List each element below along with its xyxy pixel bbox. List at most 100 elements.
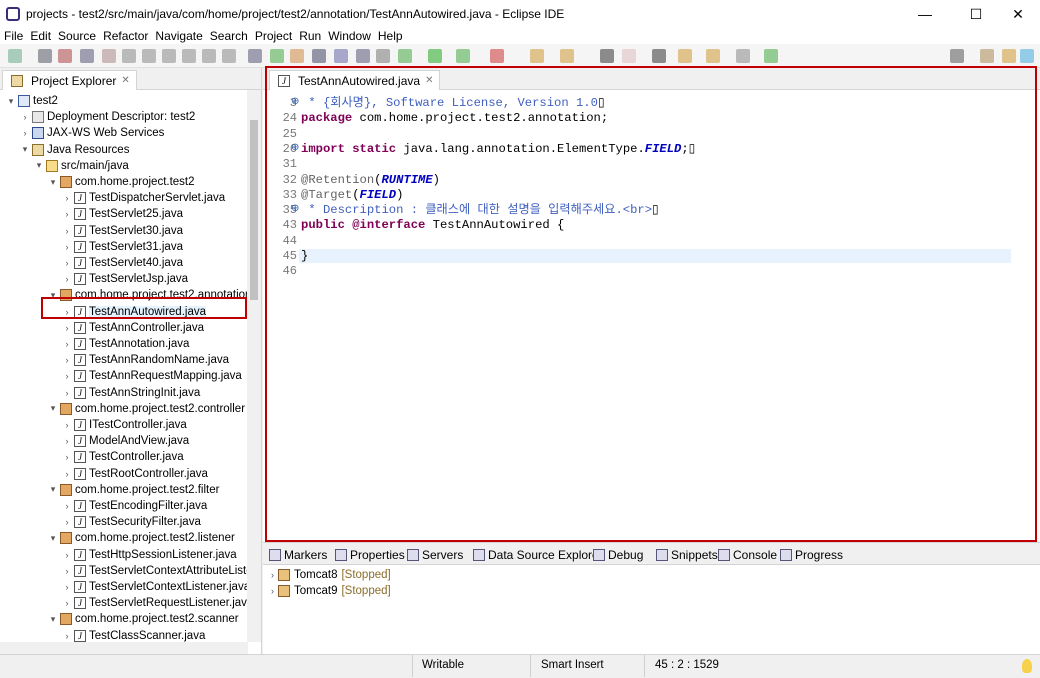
toolbar-button-icon[interactable]	[490, 49, 504, 63]
expanded-chevron-icon[interactable]: ▾	[20, 144, 30, 155]
toolbar-button-icon[interactable]	[162, 49, 176, 63]
toolbar-button-icon[interactable]	[270, 49, 284, 63]
collapsed-chevron-icon[interactable]: ›	[62, 501, 72, 511]
tab-data-source-explorer[interactable]: Data Source Explorer	[473, 546, 603, 564]
server-row[interactable]: › Tomcat8 [Stopped]	[271, 567, 391, 583]
minimize-button[interactable]: —	[902, 0, 948, 28]
menu-project[interactable]: Project	[251, 29, 295, 43]
expanded-chevron-icon[interactable]: ▾	[48, 484, 58, 495]
project-tree-vertical-scrollbar[interactable]	[247, 90, 261, 642]
collapsed-chevron-icon[interactable]: ›	[62, 469, 72, 479]
collapsed-chevron-icon[interactable]: ›	[62, 517, 72, 527]
collapsed-chevron-icon[interactable]: ›	[62, 598, 72, 608]
tree-item[interactable]: ▾ com.home.project.test2.controller	[48, 401, 245, 417]
collapsed-chevron-icon[interactable]: ›	[62, 242, 72, 252]
tree-item[interactable]: ▾ test2	[6, 93, 58, 109]
tree-item[interactable]: › J TestServlet25.java	[62, 206, 183, 222]
tab-console[interactable]: Console	[718, 546, 777, 564]
tree-item[interactable]: › J TestRootController.java	[62, 466, 208, 482]
tab-properties[interactable]: Properties	[335, 546, 405, 564]
toolbar-button-icon[interactable]	[142, 49, 156, 63]
tree-item[interactable]: › J TestAnnController.java	[62, 320, 204, 336]
toolbar-button-icon[interactable]	[182, 49, 196, 63]
tree-item[interactable]: › J TestSecurityFilter.java	[62, 514, 201, 530]
tab-close-icon[interactable]: ✕	[121, 75, 129, 86]
toolbar-button-icon[interactable]	[678, 49, 692, 63]
tab-servers[interactable]: Servers	[407, 546, 463, 564]
collapsed-chevron-icon[interactable]: ›	[271, 586, 274, 596]
menu-window[interactable]: Window	[324, 29, 374, 43]
collapsed-chevron-icon[interactable]: ›	[62, 339, 72, 349]
collapsed-chevron-icon[interactable]: ›	[62, 193, 72, 203]
collapsed-chevron-icon[interactable]: ›	[62, 566, 72, 576]
toolbar-button-icon[interactable]	[80, 49, 94, 63]
collapsed-chevron-icon[interactable]: ›	[62, 274, 72, 284]
toolbar-button-icon[interactable]	[312, 49, 326, 63]
menu-navigate[interactable]: Navigate	[151, 29, 205, 43]
tree-item[interactable]: › Deployment Descriptor: test2	[20, 109, 195, 125]
menu-file[interactable]: File	[0, 29, 26, 43]
toolbar-button-icon[interactable]	[376, 49, 390, 63]
toolbar-button-icon[interactable]	[1020, 49, 1034, 63]
toolbar-button-icon[interactable]	[736, 49, 750, 63]
tree-item[interactable]: ▾ com.home.project.test2.listener	[48, 530, 235, 546]
toolbar-button-icon[interactable]	[652, 49, 666, 63]
tab-progress[interactable]: Progress	[780, 546, 843, 564]
tree-item[interactable]: › J TestAnnotation.java	[62, 336, 189, 352]
collapsed-chevron-icon[interactable]: ›	[62, 631, 72, 641]
menu-source[interactable]: Source	[54, 29, 99, 43]
tree-item[interactable]: ▾ com.home.project.test2.filter	[48, 482, 219, 498]
menu-search[interactable]: Search	[206, 29, 251, 43]
toolbar-button-icon[interactable]	[428, 49, 442, 63]
toolbar-button-icon[interactable]	[456, 49, 470, 63]
tree-item[interactable]: ▾ com.home.project.test2	[48, 174, 195, 190]
menu-edit[interactable]: Edit	[26, 29, 54, 43]
tab-snippets[interactable]: Snippets	[656, 546, 718, 564]
collapsed-chevron-icon[interactable]: ›	[62, 420, 72, 430]
toolbar-button-icon[interactable]	[600, 49, 614, 63]
toolbar-button-icon[interactable]	[950, 49, 964, 63]
project-tree-horizontal-scrollbar[interactable]	[0, 642, 248, 654]
toolbar-button-icon[interactable]	[102, 49, 116, 63]
tip-lightbulb-icon[interactable]	[1022, 659, 1032, 673]
tree-item[interactable]: › J TestDispatcherServlet.java	[62, 190, 225, 206]
menu-refactor[interactable]: Refactor	[99, 29, 151, 43]
expanded-chevron-icon[interactable]: ▾	[48, 533, 58, 544]
toolbar-button-icon[interactable]	[764, 49, 778, 63]
toolbar-button-icon[interactable]	[356, 49, 370, 63]
close-button[interactable]: ✕	[995, 0, 1040, 28]
toolbar-button-icon[interactable]	[222, 49, 236, 63]
collapsed-chevron-icon[interactable]: ›	[62, 452, 72, 462]
maximize-button[interactable]: ☐	[953, 0, 999, 28]
collapsed-chevron-icon[interactable]: ›	[20, 128, 30, 138]
tree-item[interactable]: ▾ Java Resources	[20, 142, 129, 158]
collapsed-chevron-icon[interactable]: ›	[62, 550, 72, 560]
collapsed-chevron-icon[interactable]: ›	[20, 112, 30, 122]
tree-item[interactable]: › J ModelAndView.java	[62, 433, 189, 449]
tree-item[interactable]: › J TestServlet31.java	[62, 239, 183, 255]
tree-item[interactable]: › J TestAnnRandomName.java	[62, 352, 229, 368]
tree-item[interactable]: › J TestServletJsp.java	[62, 271, 188, 287]
tree-item[interactable]: ▾ com.home.project.test2.scanner	[48, 611, 239, 627]
collapsed-chevron-icon[interactable]: ›	[62, 388, 72, 398]
expanded-chevron-icon[interactable]: ▾	[48, 614, 58, 625]
toolbar-button-icon[interactable]	[202, 49, 216, 63]
menu-run[interactable]: Run	[295, 29, 324, 43]
toolbar-button-icon[interactable]	[248, 49, 262, 63]
toolbar-button-icon[interactable]	[980, 49, 994, 63]
tree-item[interactable]: › J TestAnnRequestMapping.java	[62, 368, 242, 384]
tree-item[interactable]: ▾ src/main/java	[34, 158, 129, 174]
toolbar-button-icon[interactable]	[8, 49, 22, 63]
toolbar-button-icon[interactable]	[58, 49, 72, 63]
tree-item[interactable]: › JAX-WS Web Services	[20, 125, 164, 141]
toolbar-button-icon[interactable]	[398, 49, 412, 63]
collapsed-chevron-icon[interactable]: ›	[62, 226, 72, 236]
tree-item[interactable]: › J TestServletRequestListener.java	[62, 595, 253, 611]
toolbar-button-icon[interactable]	[530, 49, 544, 63]
expanded-chevron-icon[interactable]: ▾	[48, 177, 58, 188]
toolbar-button-icon[interactable]	[1002, 49, 1016, 63]
scrollbar-thumb[interactable]	[250, 120, 258, 300]
server-row[interactable]: › Tomcat9 [Stopped]	[271, 583, 391, 599]
toolbar-button-icon[interactable]	[560, 49, 574, 63]
collapsed-chevron-icon[interactable]: ›	[62, 582, 72, 592]
